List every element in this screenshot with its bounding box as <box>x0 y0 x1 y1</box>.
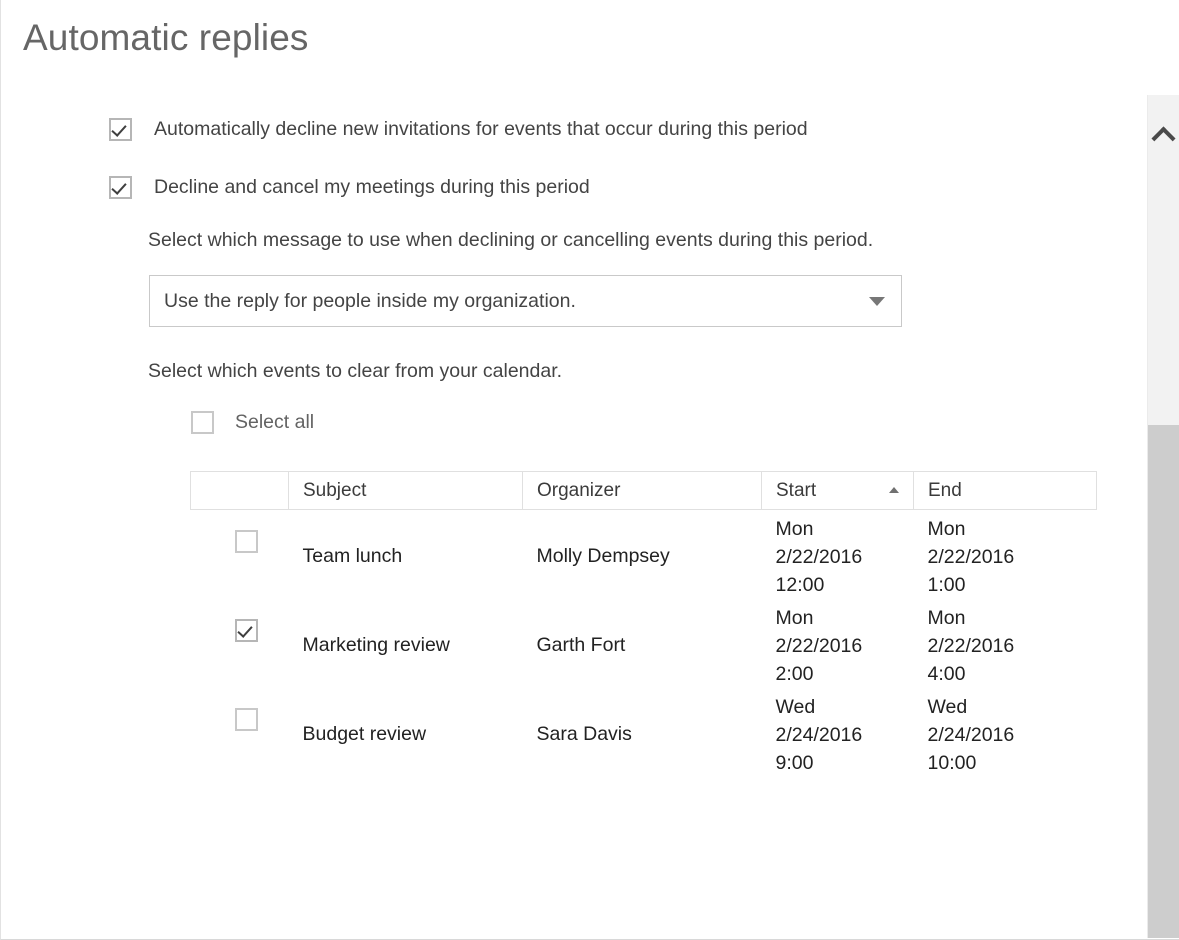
events-instruction-text: Select which events to clear from your c… <box>148 359 562 383</box>
row-checkbox-cell[interactable] <box>191 599 289 688</box>
column-header-end[interactable]: End <box>914 472 1097 510</box>
row-start-day: Wed <box>776 693 914 721</box>
row-end-time: 4:00 <box>928 660 1097 688</box>
row-start-day: Mon <box>776 604 914 632</box>
row-start-time: 12:00 <box>776 571 914 599</box>
column-header-start[interactable]: Start <box>762 472 914 510</box>
reply-message-dropdown-value: Use the reply for people inside my organ… <box>150 290 853 313</box>
checkbox-decline-invitations[interactable] <box>109 118 132 141</box>
select-all-row[interactable]: Select all <box>191 410 314 434</box>
scrollbar-thumb[interactable] <box>1148 425 1179 938</box>
vertical-scrollbar[interactable] <box>1147 95 1179 938</box>
row-end-time: 10:00 <box>928 749 1097 777</box>
row-start-date: 2/22/2016 <box>776 543 914 571</box>
events-table-header: Subject Organizer Start End <box>191 472 1097 510</box>
row-checkbox-cell[interactable] <box>191 688 289 777</box>
events-table: Subject Organizer Start End Team lunchMo… <box>190 471 1097 777</box>
row-end-day: Mon <box>928 604 1097 632</box>
column-header-subject[interactable]: Subject <box>289 472 523 510</box>
table-header-row: Subject Organizer Start End <box>191 472 1097 510</box>
row-start-time: 2:00 <box>776 660 914 688</box>
row-subject: Budget review <box>289 688 523 777</box>
row-start: Wed2/24/20169:00 <box>762 688 914 777</box>
row-start-time: 9:00 <box>776 749 914 777</box>
checkbox-select-all[interactable] <box>191 411 214 434</box>
row-start: Mon2/22/201612:00 <box>762 510 914 600</box>
row-organizer: Sara Davis <box>523 688 762 777</box>
row-end-date: 2/22/2016 <box>928 543 1097 571</box>
reply-message-dropdown[interactable]: Use the reply for people inside my organ… <box>149 275 902 327</box>
row-checkbox[interactable] <box>235 708 258 731</box>
row-checkbox-cell[interactable] <box>191 510 289 600</box>
scroll-up-button[interactable] <box>1148 95 1179 177</box>
row-end-date: 2/24/2016 <box>928 721 1097 749</box>
row-end: Wed2/24/201610:00 <box>914 688 1097 777</box>
checkbox-decline-cancel-meetings[interactable] <box>109 176 132 199</box>
events-table-body: Team lunchMolly DempseyMon2/22/201612:00… <box>191 510 1097 778</box>
row-start: Mon2/22/20162:00 <box>762 599 914 688</box>
chevron-down-icon[interactable] <box>853 297 901 306</box>
sort-ascending-icon <box>889 487 899 493</box>
column-header-organizer[interactable]: Organizer <box>523 472 762 510</box>
chevron-up-icon <box>1151 126 1175 150</box>
row-start-date: 2/24/2016 <box>776 721 914 749</box>
column-header-start-label: Start <box>776 480 816 501</box>
row-organizer: Garth Fort <box>523 599 762 688</box>
row-end-day: Wed <box>928 693 1097 721</box>
row-checkbox[interactable] <box>235 530 258 553</box>
column-header-checkbox[interactable] <box>191 472 289 510</box>
row-start-date: 2/22/2016 <box>776 632 914 660</box>
row-start-day: Mon <box>776 515 914 543</box>
option-row-decline-cancel-meetings[interactable]: Decline and cancel my meetings during th… <box>109 175 590 199</box>
option-row-decline-invitations[interactable]: Automatically decline new invitations fo… <box>109 117 808 141</box>
table-row[interactable]: Team lunchMolly DempseyMon2/22/201612:00… <box>191 510 1097 600</box>
page-title: Automatic replies <box>23 14 309 62</box>
row-end-time: 1:00 <box>928 571 1097 599</box>
row-subject: Marketing review <box>289 599 523 688</box>
row-checkbox[interactable] <box>235 619 258 642</box>
row-end: Mon2/22/20164:00 <box>914 599 1097 688</box>
row-end-day: Mon <box>928 515 1097 543</box>
row-subject: Team lunch <box>289 510 523 600</box>
table-row[interactable]: Budget reviewSara DavisWed2/24/20169:00W… <box>191 688 1097 777</box>
message-instruction-text: Select which message to use when declini… <box>148 228 873 252</box>
row-end-date: 2/22/2016 <box>928 632 1097 660</box>
row-organizer: Molly Dempsey <box>523 510 762 600</box>
select-all-label: Select all <box>235 410 314 434</box>
option-label-decline-cancel-meetings: Decline and cancel my meetings during th… <box>154 175 590 199</box>
automatic-replies-panel: Automatic replies Automatically decline … <box>0 0 1179 940</box>
row-end: Mon2/22/20161:00 <box>914 510 1097 600</box>
option-label-decline-invitations: Automatically decline new invitations fo… <box>154 117 808 141</box>
table-row[interactable]: Marketing reviewGarth FortMon2/22/20162:… <box>191 599 1097 688</box>
